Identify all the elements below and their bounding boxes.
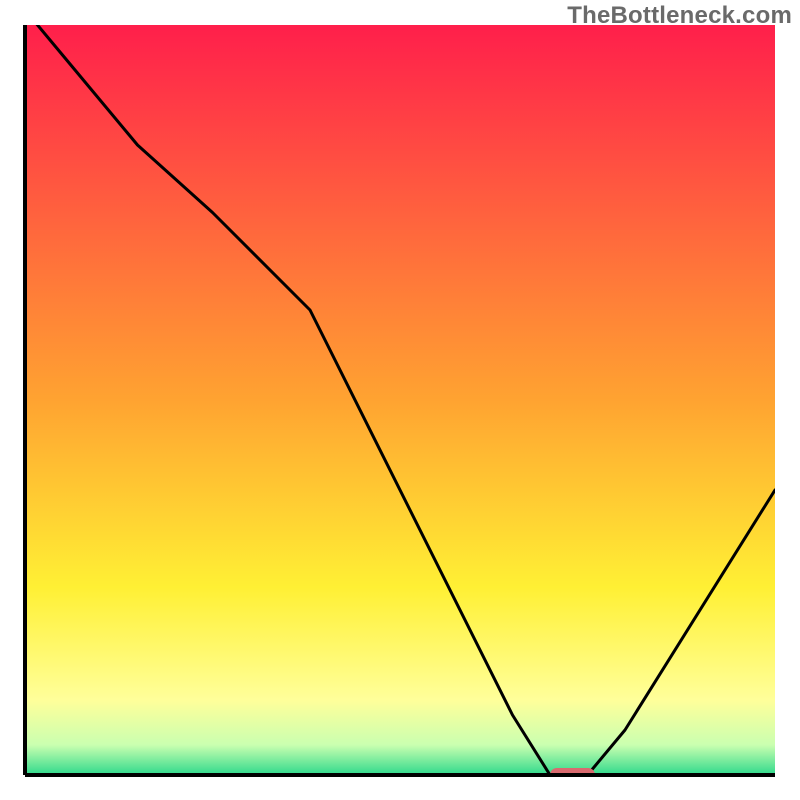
bottleneck-chart: TheBottleneck.com	[0, 0, 800, 800]
watermark-text: TheBottleneck.com	[567, 2, 792, 30]
chart-svg	[0, 0, 800, 800]
plot-background	[25, 25, 775, 775]
